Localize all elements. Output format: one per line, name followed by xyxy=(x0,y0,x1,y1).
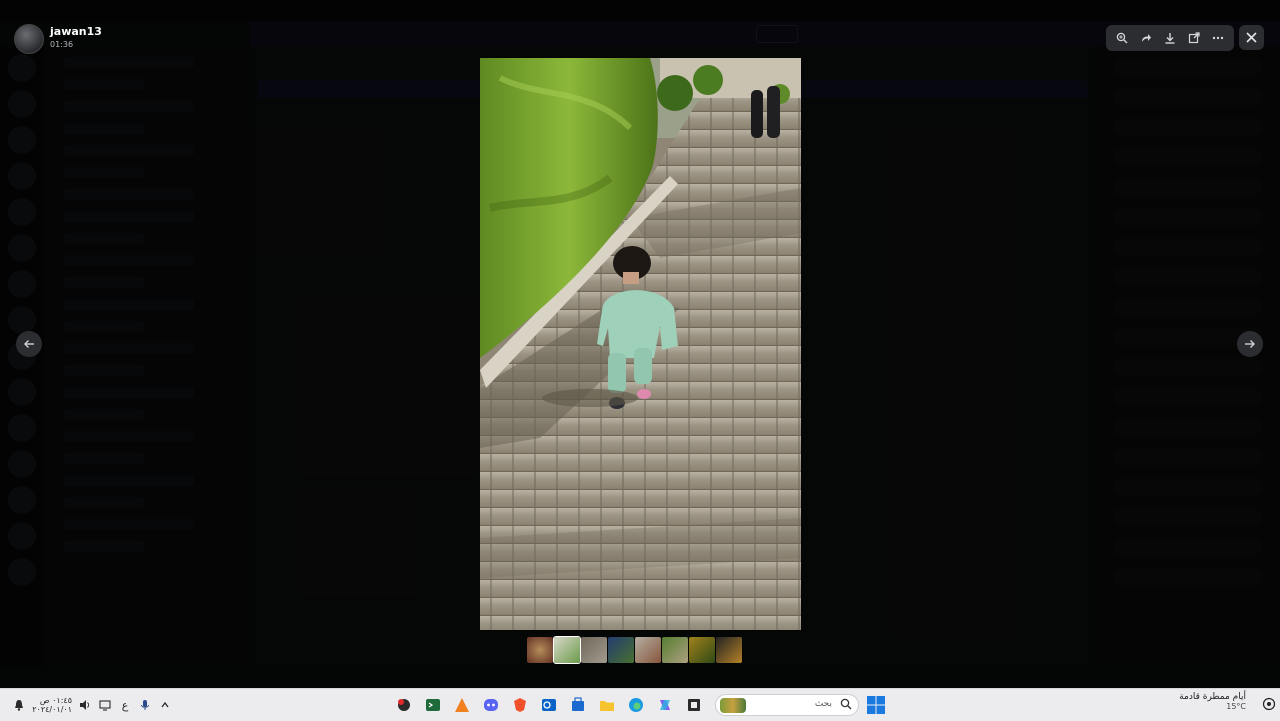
zoom-icon[interactable] xyxy=(1113,29,1131,47)
widgets-icon[interactable] xyxy=(1262,697,1276,711)
terminal-icon[interactable] xyxy=(421,694,445,716)
weather-widget[interactable]: أيام ممطرة قادمة 15°C xyxy=(1160,692,1246,711)
language-indicator[interactable]: ع xyxy=(118,698,132,712)
edge-icon[interactable] xyxy=(624,694,648,716)
thumbnail[interactable] xyxy=(527,637,553,663)
search-placeholder: بحث xyxy=(814,699,832,709)
upload-time: 01:36 xyxy=(50,40,74,49)
chevron-up-icon[interactable] xyxy=(158,698,172,712)
thumbnail[interactable] xyxy=(608,637,634,663)
thumbnail[interactable] xyxy=(662,637,688,663)
microphone-icon[interactable] xyxy=(138,698,152,712)
close-icon[interactable] xyxy=(1239,25,1264,50)
image-viewer-overlay[interactable]: jawan13 01:36 xyxy=(0,0,1280,688)
system-tray: ٠١:٤٥ ص ٢٠٢٤/٠١/٠١ ع xyxy=(12,696,172,714)
search-icon xyxy=(840,698,852,713)
clock-time: ٠١:٤٥ ص xyxy=(39,696,72,705)
orange-app-icon[interactable] xyxy=(450,694,474,716)
forward-icon[interactable] xyxy=(1137,29,1155,47)
thumbnail[interactable] xyxy=(689,637,715,663)
thumbnail[interactable] xyxy=(581,637,607,663)
viewer-image[interactable] xyxy=(480,58,801,630)
thumbnail[interactable] xyxy=(635,637,661,663)
volume-icon[interactable] xyxy=(78,698,92,712)
weather-title: أيام ممطرة قادمة xyxy=(1179,692,1246,702)
thumbnail[interactable] xyxy=(716,637,742,663)
download-icon[interactable] xyxy=(1161,29,1179,47)
brave-icon[interactable] xyxy=(508,694,532,716)
weather-temp: 15°C xyxy=(1226,702,1246,711)
thumbnail[interactable] xyxy=(553,636,581,664)
more-icon[interactable] xyxy=(1209,29,1227,47)
search-highlight-icon xyxy=(720,698,746,713)
taskbar-apps xyxy=(392,694,706,716)
store-icon[interactable] xyxy=(566,694,590,716)
viewer-toolbar xyxy=(1106,25,1234,51)
arrow-right-icon[interactable] xyxy=(1237,331,1263,357)
arrow-left-icon[interactable] xyxy=(16,331,42,357)
notification-icon[interactable] xyxy=(12,698,26,712)
clock[interactable]: ٠١:٤٥ ص ٢٠٢٤/٠١/٠١ xyxy=(32,696,72,714)
taskbar-search[interactable]: بحث xyxy=(715,694,859,716)
windows-start-icon[interactable] xyxy=(866,695,886,715)
outlook-icon[interactable] xyxy=(537,694,561,716)
discord-icon[interactable] xyxy=(479,694,503,716)
media-icon[interactable] xyxy=(682,694,706,716)
taskbar: ٠١:٤٥ ص ٢٠٢٤/٠١/٠١ ع بحث أيام ممطرة قادم… xyxy=(0,688,1280,721)
copilot-icon[interactable] xyxy=(653,694,677,716)
thumbnail-strip xyxy=(527,636,742,664)
network-icon[interactable] xyxy=(98,698,112,712)
app-red-icon[interactable] xyxy=(392,694,416,716)
open-external-icon[interactable] xyxy=(1185,29,1203,47)
clock-date: ٢٠٢٤/٠١/٠١ xyxy=(32,705,72,714)
uploader-name[interactable]: jawan13 xyxy=(50,25,102,38)
folder-icon[interactable] xyxy=(595,694,619,716)
avatar[interactable] xyxy=(14,24,44,54)
